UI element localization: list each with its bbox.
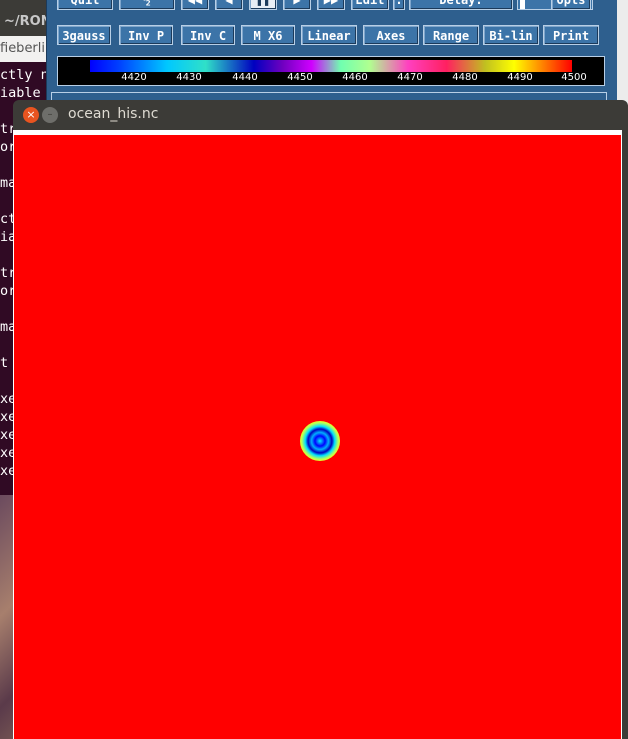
play-icon: ▶ xyxy=(293,0,301,7)
colorbar-tick: 4440 xyxy=(232,72,258,83)
3gauss-button[interactable]: 3gauss xyxy=(57,25,111,45)
colon-button[interactable]: : xyxy=(393,0,405,10)
quit-button[interactable]: Quit xyxy=(57,0,113,10)
control-panel: Quit ½ ◀◀ ◀ ❚❚ ▶ ▶▶ Edit : Delay: Opts 3… xyxy=(46,0,617,102)
step-back-button[interactable]: ◀ xyxy=(215,0,243,10)
delay-slider-thumb[interactable] xyxy=(520,0,525,9)
colorbar: 4420 4430 4440 4450 4460 4470 4480 4490 … xyxy=(57,56,605,86)
close-button[interactable]: × xyxy=(23,107,39,123)
plot-window: × – ocean_his.nc xyxy=(13,100,628,739)
axes-button[interactable]: Axes xyxy=(363,25,419,45)
field-anomaly xyxy=(300,421,340,461)
fast-forward-icon: ▶▶ xyxy=(323,0,339,7)
step-back-icon: ◀ xyxy=(225,0,233,7)
minimize-icon: – xyxy=(47,109,53,120)
half-speed-button[interactable]: ½ xyxy=(119,0,175,10)
colorbar-gradient xyxy=(90,60,572,72)
colorbar-tick: 4500 xyxy=(561,72,587,83)
range-button[interactable]: Range xyxy=(423,25,479,45)
bi-lin-button[interactable]: Bi-lin xyxy=(483,25,539,45)
window-title: ocean_his.nc xyxy=(68,106,159,122)
rewind-button[interactable]: ◀◀ xyxy=(181,0,209,10)
linear-button[interactable]: Linear xyxy=(301,25,357,45)
colorbar-tick: 4420 xyxy=(121,72,147,83)
inv-p-button[interactable]: Inv P xyxy=(119,25,173,45)
print-button[interactable]: Print xyxy=(543,25,599,45)
pause-icon: ❚❚ xyxy=(255,0,271,7)
opts-button[interactable]: Opts xyxy=(551,0,591,10)
m-x6-button[interactable]: M X6 xyxy=(241,25,295,45)
play-button[interactable]: ▶ xyxy=(283,0,311,10)
colorbar-tick: 4490 xyxy=(507,72,533,83)
edit-button[interactable]: Edit xyxy=(351,0,389,10)
close-icon: × xyxy=(26,108,36,121)
inv-c-button[interactable]: Inv C xyxy=(181,25,235,45)
fast-forward-button[interactable]: ▶▶ xyxy=(317,0,345,10)
minimize-button[interactable]: – xyxy=(42,107,58,123)
plot-canvas[interactable] xyxy=(13,130,622,739)
pause-button[interactable]: ❚❚ xyxy=(249,0,277,10)
terminal-line: ctly n xyxy=(0,67,49,83)
colorbar-tick: 4430 xyxy=(176,72,202,83)
delay-label: Delay: xyxy=(409,0,513,10)
field-plot xyxy=(14,135,621,739)
colorbar-tick: 4480 xyxy=(452,72,478,83)
colorbar-tick: 4450 xyxy=(287,72,313,83)
rewind-icon: ◀◀ xyxy=(187,0,203,7)
colorbar-tick: 4470 xyxy=(397,72,423,83)
colorbar-tick: 4460 xyxy=(342,72,368,83)
